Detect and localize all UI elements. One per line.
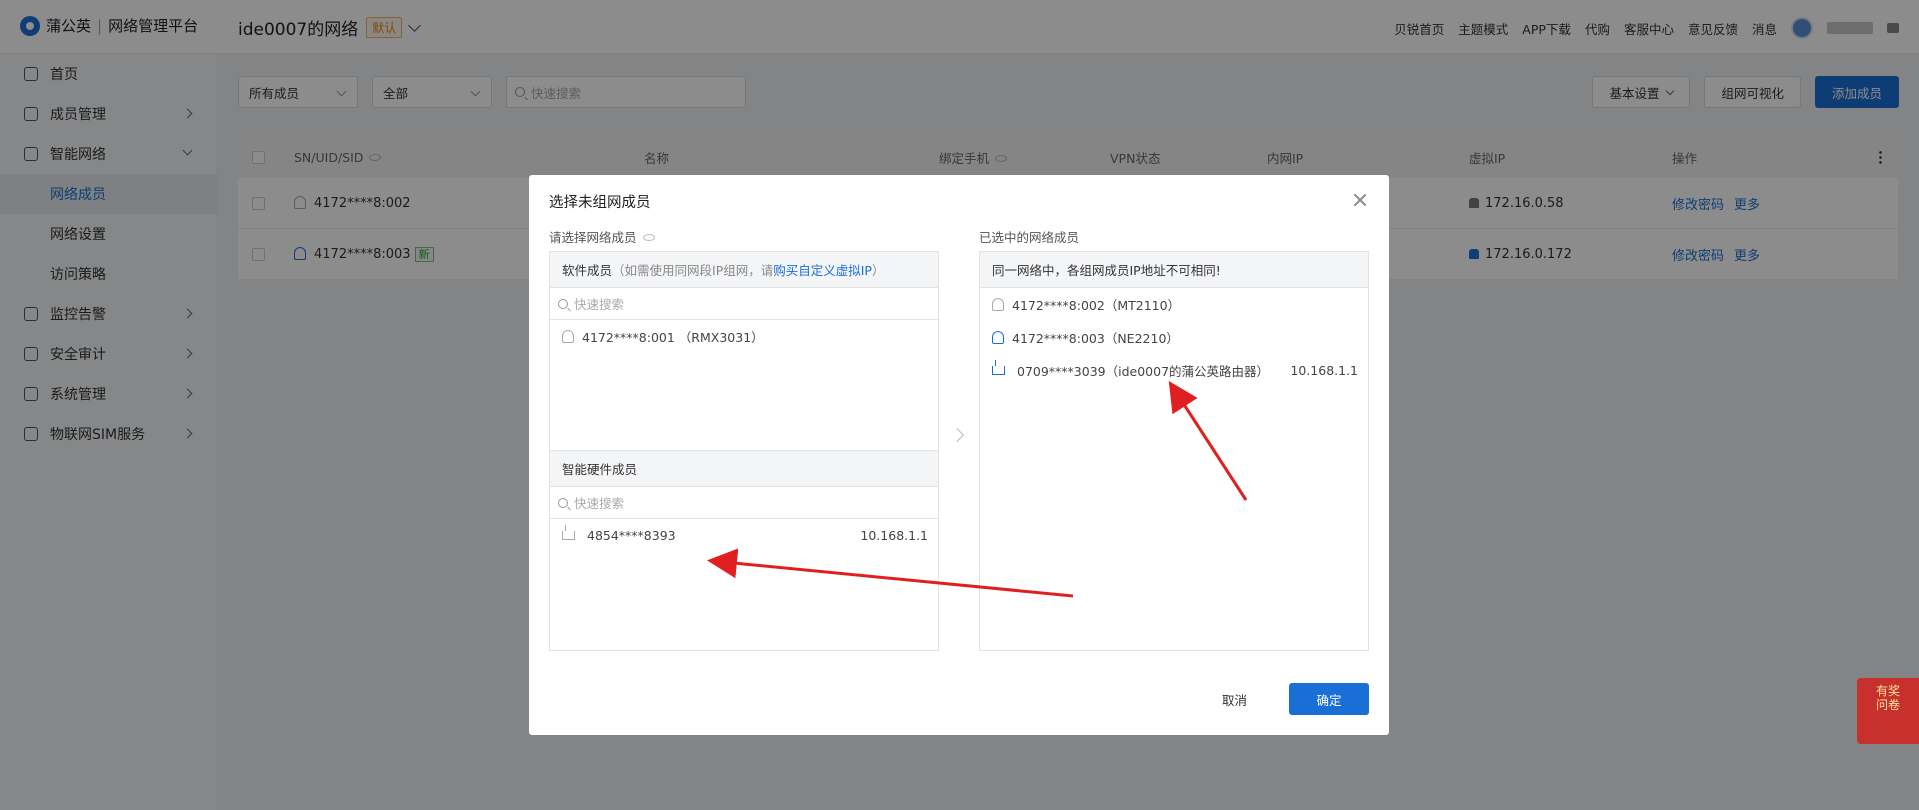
selected-header: 同一网络中，各组网成员IP地址不可相同! (980, 252, 1368, 288)
right-label: 已选中的网络成员 (979, 230, 1080, 245)
left-label: 请选择网络成员 (549, 227, 655, 246)
eye-icon[interactable] (642, 234, 655, 241)
list-item[interactable]: 4854****8393 10.168.1.1 (550, 519, 938, 552)
list-item[interactable]: 4172****8:003（NE2210） (980, 321, 1368, 354)
software-members-panel: 软件成员 （如需使用同网段IP组网，请 购买自定义虚拟IP ） 快速搜索 4172… (549, 251, 939, 451)
close-icon[interactable] (1353, 193, 1367, 207)
buy-custom-ip-link[interactable]: 购买自定义虚拟IP (773, 260, 872, 279)
hardware-header: 智能硬件成员 (550, 451, 938, 487)
user-icon (992, 298, 1004, 311)
survey-promo[interactable]: 有奖 问卷 (1857, 678, 1919, 744)
chevron-right-icon[interactable] (949, 427, 965, 443)
select-members-dialog: 选择未组网成员 请选择网络成员 已选中的网络成员 软件成员 （如需使用同网段IP组… (529, 175, 1389, 735)
list-item[interactable]: 4172****8:002（MT2110） (980, 288, 1368, 321)
hardware-members-panel: 智能硬件成员 快速搜索 4854****8393 10.168.1.1 (549, 451, 939, 651)
user-icon (562, 330, 574, 343)
selected-members-panel: 同一网络中，各组网成员IP地址不可相同! 4172****8:002（MT211… (979, 251, 1369, 651)
dialog-title: 选择未组网成员 (549, 195, 651, 211)
cancel-button[interactable]: 取消 (1202, 690, 1267, 709)
router-icon (992, 360, 1005, 375)
search-icon (558, 497, 568, 508)
confirm-button[interactable]: 确定 (1289, 683, 1369, 715)
list-item[interactable]: 4172****8:001 （RMX3031） (550, 320, 938, 353)
hardware-search-input[interactable]: 快速搜索 (550, 487, 938, 519)
search-icon (558, 298, 568, 309)
software-header: 软件成员 （如需使用同网段IP组网，请 购买自定义虚拟IP ） (550, 252, 938, 288)
software-search-input[interactable]: 快速搜索 (550, 288, 938, 320)
router-icon (562, 525, 575, 540)
dialog-footer: 取消 确定 (1202, 683, 1369, 715)
user-icon (992, 331, 1004, 344)
list-item[interactable]: 0709****3039（ide0007的蒲公英路由器） 10.168.1.1 (980, 354, 1368, 387)
